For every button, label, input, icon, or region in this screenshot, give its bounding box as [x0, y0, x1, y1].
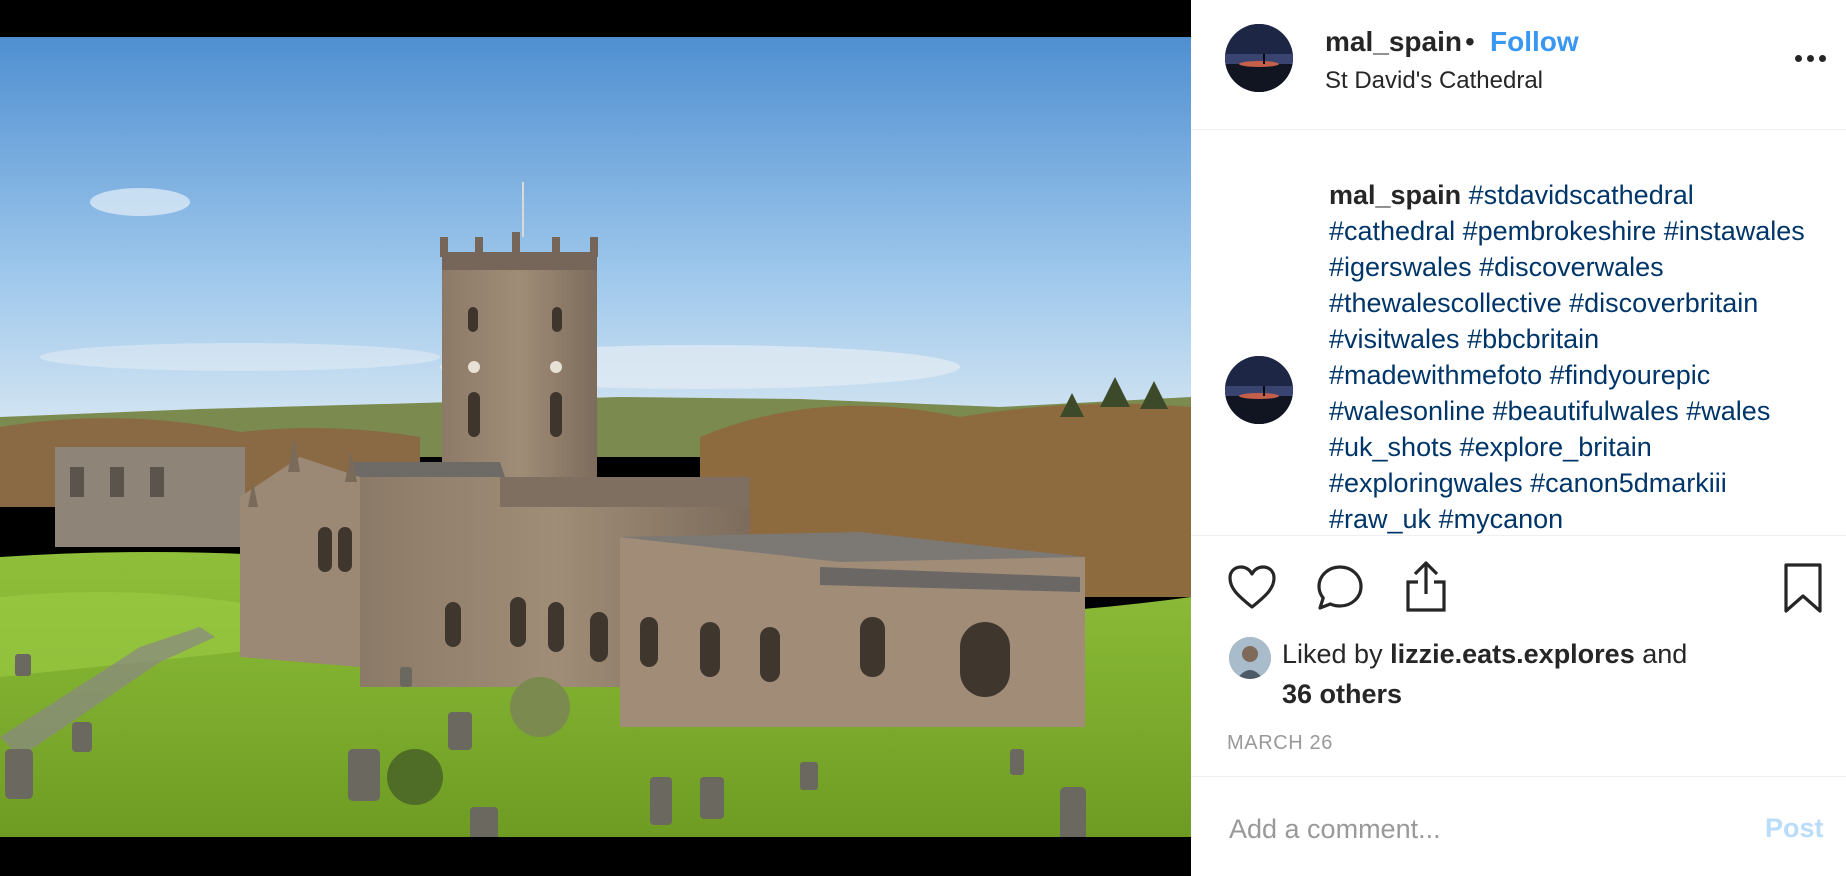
likes-summary: Liked by lizzie.eats.explores and 36 oth…	[1282, 634, 1822, 714]
hashtag-link[interactable]: #discoverwales	[1479, 252, 1664, 282]
liker-username[interactable]: lizzie.eats.explores	[1390, 639, 1635, 669]
hashtag-link[interactable]: #mycanon	[1439, 504, 1564, 534]
actions-section: Liked by lizzie.eats.explores and 36 oth…	[1191, 535, 1846, 776]
caption-username[interactable]: mal_spain	[1329, 180, 1461, 210]
post-photo[interactable]	[0, 37, 1191, 837]
post-header: mal_spain • Follow St David's Cathedral	[1191, 0, 1846, 130]
post-comment-button[interactable]: Post	[1765, 813, 1824, 844]
hashtag-link[interactable]: #canon5dmarkiii	[1530, 468, 1727, 498]
hashtag-link[interactable]: #walesonline	[1329, 396, 1485, 426]
photo-panel	[0, 0, 1191, 876]
more-options-icon[interactable]	[1793, 52, 1829, 66]
avatar-image	[1225, 24, 1293, 92]
location-link[interactable]: St David's Cathedral	[1325, 67, 1543, 95]
hashtag-list: #stdavidscathedral #cathedral #pembrokes…	[1329, 180, 1805, 534]
bookmark-icon[interactable]	[1783, 562, 1823, 614]
post-sidebar: mal_spain • Follow St David's Cathedral …	[1191, 0, 1846, 876]
likes-others[interactable]: 36 others	[1282, 679, 1402, 709]
hashtag-link[interactable]: #exploringwales	[1329, 468, 1523, 498]
likes-prefix: Liked by	[1282, 639, 1383, 669]
hashtag-link[interactable]: #cathedral	[1329, 216, 1455, 246]
comment-input[interactable]	[1229, 807, 1709, 851]
share-icon[interactable]	[1401, 560, 1451, 613]
author-username[interactable]: mal_spain	[1325, 26, 1462, 58]
avatar-image	[1229, 637, 1271, 679]
hashtag-link[interactable]: #uk_shots	[1329, 432, 1452, 462]
hashtag-link[interactable]: #bbcbritain	[1467, 324, 1599, 354]
hashtag-link[interactable]: #visitwales	[1329, 324, 1460, 354]
caption: mal_spain #stdavidscathedral #cathedral …	[1329, 177, 1809, 535]
hashtag-link[interactable]: #instawales	[1664, 216, 1805, 246]
liker-avatar[interactable]	[1229, 637, 1271, 679]
hashtag-link[interactable]: #discoverbritain	[1569, 288, 1758, 318]
post-date[interactable]: MARCH 26	[1227, 732, 1333, 755]
author-avatar[interactable]	[1225, 24, 1293, 92]
hashtag-link[interactable]: #igerswales	[1329, 252, 1472, 282]
avatar-image	[1225, 356, 1293, 424]
hashtag-link[interactable]: #thewalescollective	[1329, 288, 1562, 318]
follow-button[interactable]: Follow	[1490, 26, 1579, 58]
speech-bubble-icon[interactable]	[1315, 563, 1365, 613]
comment-bar: Post	[1191, 776, 1846, 876]
hashtag-link[interactable]: #pembrokeshire	[1463, 216, 1657, 246]
hashtag-link[interactable]: #wales	[1686, 396, 1770, 426]
hashtag-link[interactable]: #findyourepic	[1550, 360, 1711, 390]
hashtag-link[interactable]: #madewithmefoto	[1329, 360, 1542, 390]
hashtag-link[interactable]: #stdavidscathedral	[1469, 180, 1694, 210]
hashtag-link[interactable]: #beautifulwales	[1493, 396, 1679, 426]
header-separator: •	[1465, 26, 1475, 57]
hashtag-link[interactable]: #explore_britain	[1460, 432, 1652, 462]
comments-area[interactable]: mal_spain #stdavidscathedral #cathedral …	[1191, 131, 1846, 535]
likes-conjunction: and	[1642, 639, 1688, 669]
hashtag-link[interactable]: #raw_uk	[1329, 504, 1431, 534]
caption-author-avatar[interactable]	[1225, 356, 1293, 424]
heart-icon[interactable]	[1227, 563, 1277, 613]
